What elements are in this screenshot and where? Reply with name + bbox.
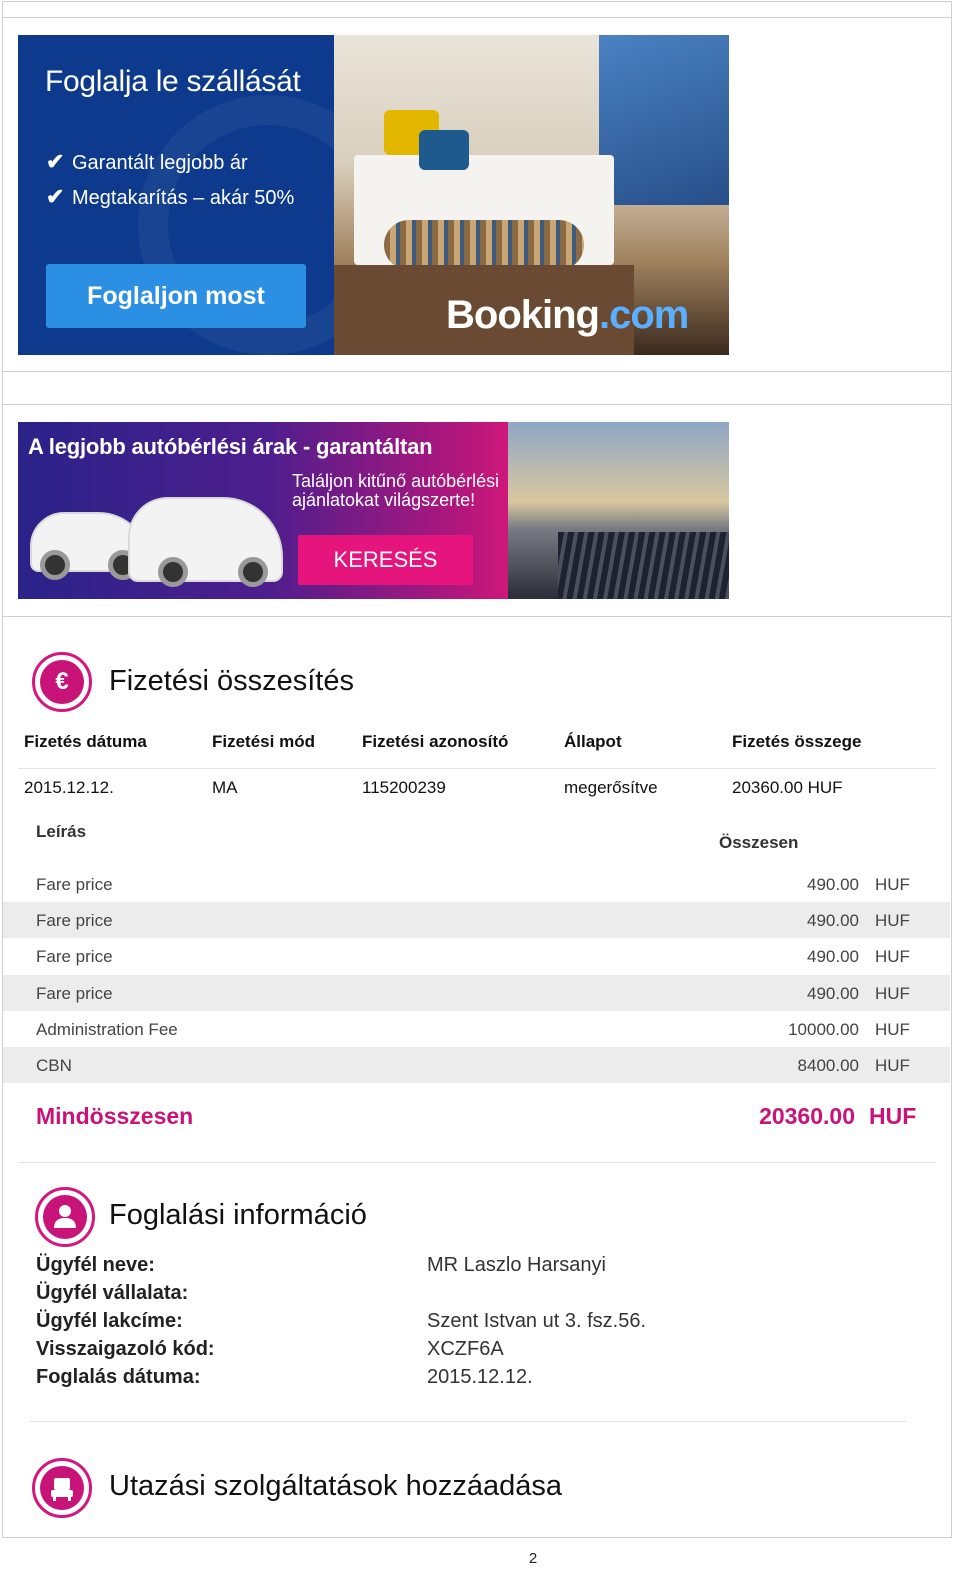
line-item-amount: 490.00	[807, 911, 859, 930]
line-item-amount: 10000.00	[788, 1020, 859, 1039]
line-item-row: Fare price 490.00 HUF	[3, 938, 950, 974]
seat-icon	[32, 1458, 92, 1518]
line-item-currency: HUF	[875, 911, 910, 930]
frame-top-line	[2, 1, 952, 2]
customer-icon	[35, 1187, 95, 1247]
banner-blue-panel: Foglalja le szállását ✔ Garantált legjobb…	[18, 35, 398, 355]
header-payment-id: Fizetési azonosító	[362, 732, 509, 751]
euro-icon: €	[32, 652, 92, 712]
line-item-description: CBN	[36, 1056, 72, 1075]
frame-sep-1	[2, 371, 952, 372]
customer-name-value: MR Laszlo Harsanyi	[427, 1254, 606, 1276]
bolster-pillow-decoration	[384, 220, 584, 270]
booking-date-value: 2015.12.12.	[427, 1366, 533, 1388]
line-item-amount: 490.00	[807, 984, 859, 1003]
wheel-decoration	[40, 550, 70, 580]
road-decoration	[558, 532, 729, 599]
line-item-currency: HUF	[875, 984, 910, 1003]
car-banner-headline: A legjobb autóbérlési árak - garantáltan	[28, 434, 433, 459]
line-item-currency: HUF	[875, 1020, 910, 1039]
line-item-row: Fare price 490.00 HUF	[3, 902, 950, 938]
payment-summary-title: Fizetési összesítés	[109, 665, 354, 697]
payment-method-value: MA	[212, 778, 238, 797]
wheel-decoration	[238, 557, 268, 587]
customer-address-value: Szent Istvan ut 3. fsz.56.	[427, 1310, 647, 1332]
banner-bullet-2: ✔ Megtakarítás – akár 50%	[46, 184, 294, 210]
car-rental-banner[interactable]: A legjobb autóbérlési árak - garantáltan…	[18, 422, 729, 599]
table-divider	[18, 768, 936, 769]
frame-right-line	[951, 1, 952, 1538]
line-item-currency: HUF	[875, 947, 910, 966]
cushion-decoration	[419, 130, 469, 170]
grand-total-currency: HUF	[869, 1103, 917, 1129]
frame-top-line-2	[2, 17, 952, 18]
line-item-currency: HUF	[875, 1056, 910, 1075]
payment-amount-value: 20360.00 HUF	[732, 778, 843, 797]
line-item-description: Fare price	[36, 911, 113, 930]
payment-status-value: megerősítve	[564, 778, 658, 797]
search-button[interactable]: KERESÉS	[298, 535, 473, 585]
header-status: Állapot	[564, 732, 622, 751]
page-number: 2	[528, 1550, 538, 1567]
travel-services-title: Utazási szolgáltatások hozzáadása	[109, 1470, 562, 1502]
payment-id-value: 115200239	[362, 778, 446, 797]
line-item-currency: HUF	[875, 875, 910, 894]
line-item-description: Administration Fee	[36, 1020, 178, 1039]
grand-total-amount: 20360.00	[759, 1103, 855, 1129]
line-item-row: Administration Fee 10000.00 HUF	[3, 1011, 950, 1047]
section-divider	[30, 1421, 906, 1422]
checkmark-icon: ✔	[46, 149, 65, 174]
confirmation-code-label: Visszaigazoló kód:	[36, 1338, 215, 1360]
customer-name-label: Ügyfél neve:	[36, 1254, 155, 1276]
frame-sep-3	[2, 616, 952, 617]
line-item-description: Fare price	[36, 947, 113, 966]
banner-bullet-text: Megtakarítás – akár 50%	[72, 187, 295, 209]
car-banner-subtext: Találjon kitűnő autóbérlési ajánlatokat …	[292, 471, 500, 510]
checkmark-icon: ✔	[46, 184, 65, 209]
booking-banner[interactable]: Foglalja le szállását ✔ Garantált legjobb…	[18, 35, 729, 355]
booking-info-title: Foglalási információ	[109, 1199, 367, 1231]
total-header: Összesen	[719, 833, 799, 852]
header-payment-method: Fizetési mód	[212, 732, 315, 751]
section-divider	[18, 1162, 936, 1163]
confirmation-code-value: XCZF6A	[427, 1338, 504, 1360]
window-decoration	[599, 35, 729, 205]
line-item-amount: 490.00	[807, 947, 859, 966]
line-item-amount: 490.00	[807, 875, 859, 894]
line-item-row: Fare price 490.00 HUF	[3, 866, 950, 902]
banner-bullet-text: Garantált legjobb ár	[72, 152, 248, 174]
banner-bullet-1: ✔ Garantált legjobb ár	[46, 149, 248, 175]
customer-address-label: Ügyfél lakcíme:	[36, 1310, 183, 1332]
banner-title: Foglalja le szállását	[45, 65, 301, 98]
customer-company-label: Ügyfél vállalata:	[36, 1282, 189, 1304]
wheel-decoration	[158, 557, 188, 587]
booking-logo: Booking.com	[446, 293, 689, 337]
frame-sep-2	[2, 404, 952, 405]
line-item-amount: 8400.00	[797, 1056, 859, 1075]
booking-date-label: Foglalás dátuma:	[36, 1366, 201, 1388]
line-item-description: Fare price	[36, 875, 113, 894]
payment-date-value: 2015.12.12.	[24, 778, 114, 797]
description-header: Leírás	[36, 822, 87, 841]
header-payment-amount: Fizetés összege	[732, 732, 862, 751]
line-item-row: CBN 8400.00 HUF	[3, 1047, 950, 1083]
line-item-description: Fare price	[36, 984, 113, 1003]
grand-total-label: Mindösszesen	[36, 1103, 194, 1129]
line-item-row: Fare price 490.00 HUF	[3, 975, 950, 1011]
frame-left-line	[2, 1, 3, 1538]
header-payment-date: Fizetés dátuma	[24, 732, 147, 751]
frame-bottom-line	[2, 1537, 952, 1538]
book-now-button[interactable]: Foglaljon most	[46, 264, 306, 328]
